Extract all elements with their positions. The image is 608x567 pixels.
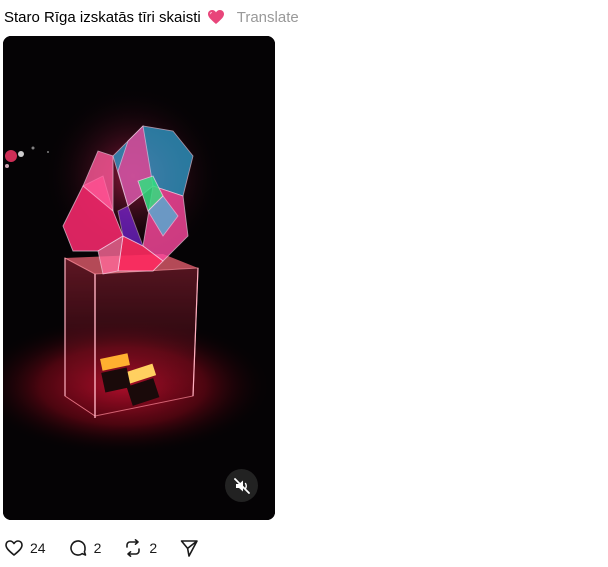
repost-count: 2 bbox=[149, 540, 158, 556]
post-video[interactable] bbox=[3, 36, 275, 520]
translate-link[interactable]: Translate bbox=[237, 9, 299, 26]
speaker-muted-icon bbox=[233, 477, 250, 494]
post-actions: 24 2 2 bbox=[4, 537, 221, 559]
heart-emoji-icon bbox=[207, 9, 225, 25]
share-button[interactable] bbox=[179, 538, 199, 558]
post-caption: Staro Rīga izskatās tīri skaisti Transla… bbox=[4, 6, 299, 28]
share-icon bbox=[180, 540, 198, 557]
comment-icon bbox=[69, 540, 86, 556]
like-button[interactable]: 24 bbox=[4, 538, 46, 558]
like-count: 24 bbox=[30, 540, 46, 556]
mute-toggle-button[interactable] bbox=[225, 469, 258, 502]
caption-text: Staro Rīga izskatās tīri skaisti bbox=[4, 8, 201, 26]
repost-button[interactable]: 2 bbox=[123, 538, 157, 558]
heart-outline-icon bbox=[5, 540, 23, 556]
comment-count: 2 bbox=[93, 540, 102, 556]
repost-icon bbox=[126, 539, 141, 557]
comment-button[interactable]: 2 bbox=[68, 538, 102, 558]
video-frame bbox=[3, 36, 275, 520]
